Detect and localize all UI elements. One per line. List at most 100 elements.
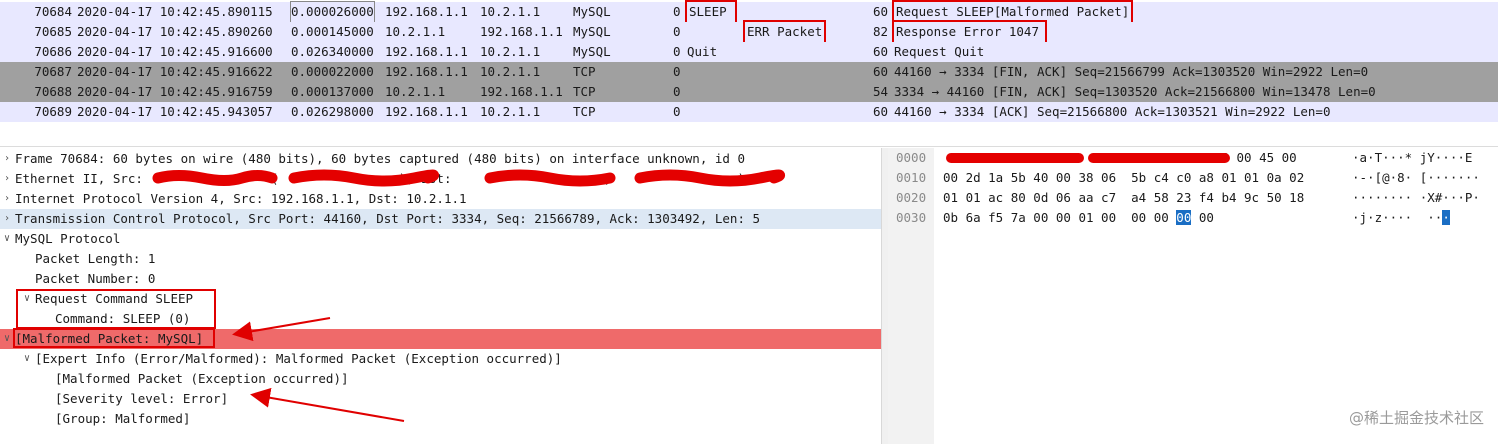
- collapse-chevron-icon[interactable]: ›: [4, 149, 10, 169]
- packet-length: 82: [872, 24, 888, 39]
- packet-details-pane[interactable]: › Frame 70684: 60 bytes on wire (480 bits…: [0, 148, 881, 444]
- detail-tree-row[interactable]: › Transmission Control Protocol, Src Port…: [0, 209, 881, 229]
- hex-row[interactable]: 0020 01 01 ac 80 0d 06 aa c7 a4 58 23 f4…: [888, 188, 1498, 208]
- packet-protocol: TCP: [573, 104, 596, 119]
- packet-number: 70684: [34, 4, 72, 19]
- packet-source: 192.168.1.1: [385, 4, 468, 19]
- packet-time: 2020-04-17 10:42:45.916759: [77, 84, 273, 99]
- packet-source: 10.2.1.1: [385, 24, 446, 39]
- detail-tree-row[interactable]: ∨ MySQL Protocol: [0, 229, 881, 249]
- packet-row[interactable]: 70684 2020-04-17 10:42:45.890115 0.00002…: [0, 0, 1498, 24]
- hex-bytes: 01 01 ac 80 0d 06 aa c7 a4 58 23 f4 b4 9…: [943, 190, 1305, 205]
- detail-tree-row[interactable]: ∨ Request Command SLEEP: [0, 289, 881, 309]
- ascii-pre: ·j·z···· ··: [1352, 210, 1443, 225]
- packet-destination: 192.168.1.1: [480, 84, 563, 99]
- hex-ascii: ·j·z···· ···: [1352, 208, 1450, 228]
- packet-info: 3334 → 44160 [FIN, ACK] Seq=1303520 Ack=…: [894, 84, 1376, 99]
- detail-tree-row[interactable]: Packet Number: 0: [0, 269, 881, 289]
- detail-tree-label: [Severity level: Error]: [55, 391, 229, 406]
- packet-info-annotated: Response Error 1047: [892, 20, 1047, 44]
- packet-row[interactable]: 70685 2020-04-17 10:42:45.890260 0.00014…: [0, 20, 1498, 44]
- packet-info-annotated: Request SLEEP[Malformed Packet]: [891, 0, 1134, 24]
- hex-ascii: ·-·[@·8· [·······: [1352, 170, 1480, 185]
- hex-ascii: ·a·T···* jY····E: [1352, 150, 1473, 165]
- packet-number: 70686: [34, 44, 72, 59]
- packet-flag: 0: [673, 24, 681, 39]
- packet-info: 44160 → 3334 [FIN, ACK] Seq=21566799 Ack…: [894, 64, 1369, 79]
- packet-row[interactable]: 70689 2020-04-17 10:42:45.943057 0.02629…: [0, 102, 1498, 122]
- packet-row[interactable]: 70687 2020-04-17 10:42:45.916622 0.00002…: [0, 62, 1498, 82]
- packet-protocol: TCP: [573, 84, 596, 99]
- packet-time: 2020-04-17 10:42:45.890260: [77, 24, 273, 39]
- detail-tree-label: Packet Length: 1: [35, 251, 156, 266]
- hex-byte-selected[interactable]: 00: [1176, 210, 1192, 225]
- detail-tree-row[interactable]: [Malformed Packet (Exception occurred)]: [0, 369, 881, 389]
- detail-tree-row[interactable]: [Severity level: Error]: [0, 389, 881, 409]
- detail-tree-label: [Expert Info (Error/Malformed): Malforme…: [35, 351, 562, 366]
- detail-tree-label: Ethernet II, Src: ( ), Dst: ( ): [15, 171, 745, 186]
- packet-err-annotated: ERR Packet: [742, 20, 827, 44]
- detail-tree-row[interactable]: Packet Length: 1: [0, 249, 881, 269]
- expand-chevron-icon[interactable]: ∨: [4, 229, 10, 249]
- packet-flag: 0: [673, 4, 681, 19]
- packet-row[interactable]: 70688 2020-04-17 10:42:45.916759 0.00013…: [0, 82, 1498, 102]
- hex-bytes: 0b 6a f5 7a 00 00 01 00 00 00 00 00: [943, 208, 1214, 228]
- hex-bytes: 00 2d 1a 5b 40 00 38 06 5b c4 c0 a8 01 0…: [943, 170, 1305, 185]
- detail-tree-label: Internet Protocol Version 4, Src: 192.16…: [15, 191, 467, 206]
- detail-tree-label: Request Command SLEEP: [35, 291, 194, 306]
- detail-tree-row[interactable]: › Internet Protocol Version 4, Src: 192.1…: [0, 189, 881, 209]
- detail-tree-row[interactable]: › Frame 70684: 60 bytes on wire (480 bits…: [0, 149, 881, 169]
- packet-command: Quit: [687, 44, 718, 59]
- hex-row[interactable]: 0030 0b 6a f5 7a 00 00 01 00 00 00 00 00…: [888, 208, 1498, 228]
- hex-offset: 0010: [896, 170, 927, 185]
- packet-time: 2020-04-17 10:42:45.916622: [77, 64, 273, 79]
- hex-offset: 0000: [896, 150, 927, 165]
- hex-row[interactable]: 0010 00 2d 1a 5b 40 00 38 06 5b c4 c0 a8…: [888, 168, 1498, 188]
- detail-tree-label: Frame 70684: 60 bytes on wire (480 bits)…: [15, 151, 745, 166]
- packet-time: 2020-04-17 10:42:45.916600: [77, 44, 273, 59]
- packet-bytes-pane[interactable]: 0000 08 00 45 00 ·a·T···* jY····E 0010 0…: [888, 148, 1498, 444]
- collapse-chevron-icon[interactable]: ›: [4, 169, 10, 189]
- packet-destination: 10.2.1.1: [480, 104, 541, 119]
- expand-chevron-icon[interactable]: ∨: [24, 289, 30, 309]
- packet-delta: 0.026340000: [291, 44, 374, 59]
- expand-chevron-icon[interactable]: ∨: [24, 349, 30, 369]
- packet-row[interactable]: 70686 2020-04-17 10:42:45.916600 0.02634…: [0, 42, 1498, 62]
- packet-flag: 0: [673, 64, 681, 79]
- collapse-chevron-icon[interactable]: ›: [4, 189, 10, 209]
- redaction-mark: [1088, 153, 1230, 163]
- packet-length: 60: [872, 104, 888, 119]
- packet-flag: 0: [673, 104, 681, 119]
- detail-tree-row[interactable]: ∨ [Malformed Packet: MySQL]: [0, 329, 881, 349]
- packet-time: 2020-04-17 10:42:45.943057: [77, 104, 273, 119]
- packet-length: 54: [872, 84, 888, 99]
- detail-tree-label: [Malformed Packet: MySQL]: [15, 331, 204, 346]
- packet-destination: 192.168.1.1: [480, 24, 563, 39]
- packet-length: 60: [872, 4, 888, 19]
- packet-number: 70685: [34, 24, 72, 39]
- detail-tree-row[interactable]: › Ethernet II, Src: ( ), Dst: ( ): [0, 169, 881, 189]
- packet-destination: 10.2.1.1: [480, 64, 541, 79]
- collapse-chevron-icon[interactable]: ›: [4, 209, 10, 229]
- ascii-selected[interactable]: ·: [1442, 210, 1450, 225]
- packet-number: 70687: [34, 64, 72, 79]
- packet-destination: 10.2.1.1: [480, 4, 541, 19]
- packet-destination: 10.2.1.1: [480, 44, 541, 59]
- detail-tree-label: [Malformed Packet (Exception occurred)]: [55, 371, 349, 386]
- packet-delta: 0.000137000: [291, 84, 374, 99]
- packet-protocol: MySQL: [573, 4, 611, 19]
- hex-bytes-post: 00: [1191, 210, 1214, 225]
- expand-chevron-icon[interactable]: ∨: [4, 329, 10, 349]
- detail-tree-row[interactable]: [Group: Malformed]: [0, 409, 881, 429]
- detail-tree-row[interactable]: ∨ [Expert Info (Error/Malformed): Malform…: [0, 349, 881, 369]
- hex-offset: 0020: [896, 190, 927, 205]
- packet-delta: 0.026298000: [291, 104, 374, 119]
- packet-source: 10.2.1.1: [385, 84, 446, 99]
- packet-number: 70688: [34, 84, 72, 99]
- packet-list[interactable]: 70684 2020-04-17 10:42:45.890115 0.00002…: [0, 0, 1498, 122]
- detail-tree-label: MySQL Protocol: [15, 231, 121, 246]
- packet-delta: 0.000026000: [290, 1, 375, 23]
- packet-info: Request Quit: [894, 44, 985, 59]
- detail-tree-row[interactable]: Command: SLEEP (0): [0, 309, 881, 329]
- pane-separator[interactable]: [0, 122, 1498, 147]
